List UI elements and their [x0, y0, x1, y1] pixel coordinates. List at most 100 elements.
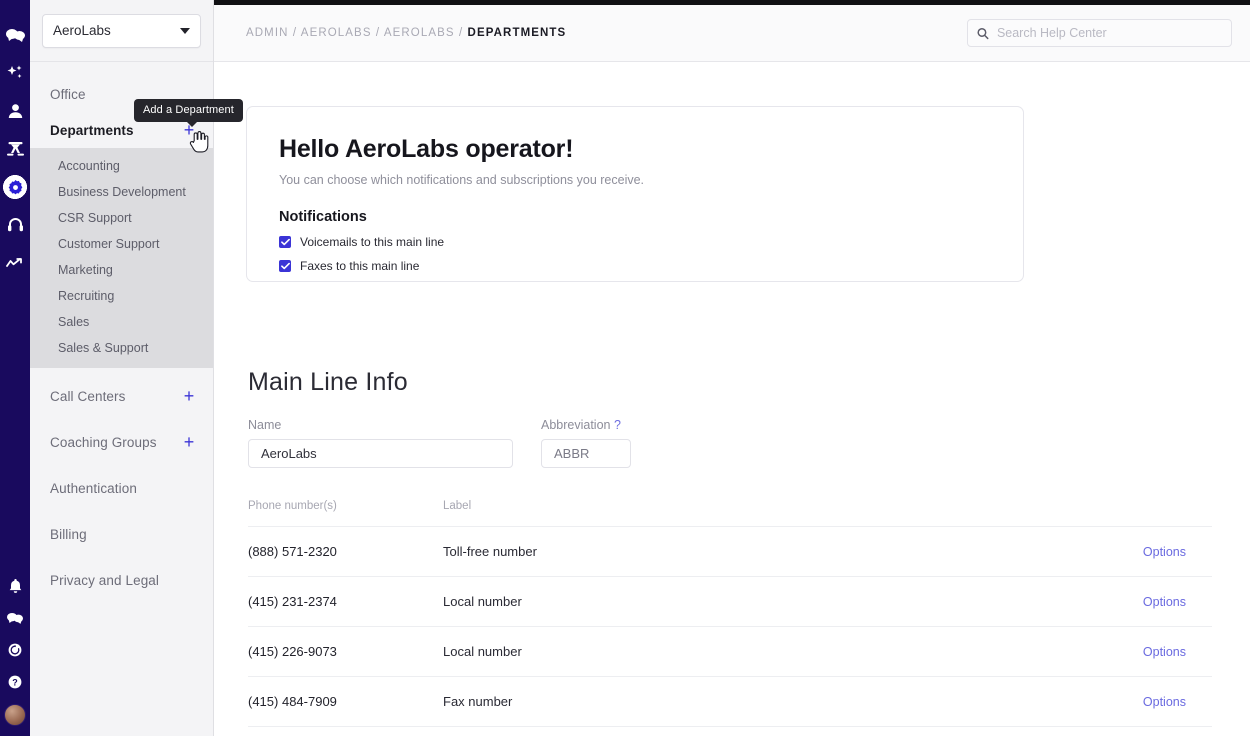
column-header-phone-number: Phone number(s) — [248, 500, 337, 512]
phone-label-cell: Fax number — [443, 694, 513, 709]
phone-number-cell: (415) 484-7909 — [248, 694, 337, 709]
checkbox-checked-icon[interactable] — [279, 236, 291, 248]
department-item-customer-support[interactable]: Customer Support — [30, 231, 213, 257]
notification-option-faxes[interactable]: Faxes to this main line — [279, 259, 993, 273]
phone-label-cell: Local number — [443, 594, 522, 609]
add-department-tooltip: Add a Department — [134, 99, 243, 127]
chat-messages-icon[interactable] — [0, 602, 30, 634]
table-footer-divider — [248, 726, 1212, 727]
phone-number-cell: (415) 231-2374 — [248, 594, 337, 609]
sidebar-header: AeroLabs — [30, 0, 213, 62]
phone-label-cell: Toll-free number — [443, 544, 537, 559]
department-item-marketing[interactable]: Marketing — [30, 257, 213, 283]
sidebar-item-label: Privacy and Legal — [50, 572, 160, 588]
person-icon[interactable] — [0, 92, 30, 130]
help-question-icon[interactable]: ? — [0, 666, 30, 698]
headset-support-icon[interactable] — [0, 206, 30, 244]
help-question-icon[interactable]: ? — [614, 418, 621, 432]
page-header: ADMIN / AEROLABS / AEROLABS / DEPARTMENT… — [214, 5, 1250, 62]
add-call-center-button[interactable]: + — [181, 387, 197, 405]
org-selector[interactable]: AeroLabs — [42, 13, 201, 48]
checkbox-label: Faxes to this main line — [300, 259, 420, 273]
abbreviation-field-label: Abbreviation ? — [541, 418, 631, 432]
main-line-fields: Name AeroLabs Abbreviation ? ABBR — [248, 418, 631, 468]
table-row: (415) 231-2374 Local number Options — [248, 576, 1212, 626]
refresh-updates-icon[interactable] — [0, 634, 30, 666]
logo-chat-icon[interactable] — [0, 16, 30, 54]
mouse-cursor-pointer — [189, 131, 209, 153]
name-field-group: Name AeroLabs — [248, 418, 513, 468]
org-selector-value: AeroLabs — [53, 23, 111, 38]
notifications-card: Hello AeroLabs operator! You can choose … — [246, 106, 1024, 282]
phone-label-cell: Local number — [443, 644, 522, 659]
departments-submenu: Accounting Business Development CSR Supp… — [30, 148, 213, 368]
table-row: (888) 571-2320 Toll-free number Options — [248, 526, 1212, 576]
table-header-row: Phone number(s) Label — [248, 500, 1212, 526]
gear-settings-icon[interactable] — [0, 168, 30, 206]
notifications-heading: Notifications — [279, 209, 367, 225]
table-row: (415) 484-7909 Fax number Options — [248, 676, 1212, 726]
breadcrumb-prefix[interactable]: ADMIN / AEROLABS / AEROLABS / — [246, 27, 468, 39]
sidebar-item-privacy-and-legal[interactable]: Privacy and Legal — [30, 562, 213, 598]
sidebar-item-label: Coaching Groups — [50, 434, 157, 450]
sparkles-ai-icon[interactable] — [0, 54, 30, 92]
checkbox-checked-icon[interactable] — [279, 260, 291, 272]
column-header-label: Label — [443, 500, 472, 512]
sidebar-item-coaching-groups[interactable]: Coaching Groups + — [30, 424, 213, 460]
column-header-actions — [933, 500, 1212, 512]
options-link[interactable]: Options — [933, 545, 1212, 559]
sidebar-item-billing[interactable]: Billing — [30, 516, 213, 552]
icon-rail-bottom-group: ? — [0, 570, 30, 730]
abbreviation-field-group: Abbreviation ? ABBR — [541, 418, 631, 468]
department-item-business-development[interactable]: Business Development — [30, 179, 213, 205]
abbreviation-label-text: Abbreviation — [541, 418, 611, 432]
sidebar-item-label: Call Centers — [50, 388, 126, 404]
bell-notifications-icon[interactable] — [0, 570, 30, 602]
abbreviation-input[interactable]: ABBR — [541, 439, 631, 468]
phone-numbers-table: Phone number(s) Label (888) 571-2320 Tol… — [248, 500, 1212, 727]
sidebar-item-label: Office — [50, 86, 86, 102]
main-content: Hello AeroLabs operator! You can choose … — [214, 62, 1250, 736]
add-coaching-group-button[interactable]: + — [181, 433, 197, 451]
sidebar-item-label: Billing — [50, 526, 87, 542]
department-item-sales-support[interactable]: Sales & Support — [30, 335, 213, 361]
app-root: ? AeroLabs Office Departments + Accounti… — [0, 0, 1250, 736]
options-link[interactable]: Options — [933, 695, 1212, 709]
name-input[interactable]: AeroLabs — [248, 439, 513, 468]
phone-number-cell: (888) 571-2320 — [248, 544, 337, 559]
department-item-csr-support[interactable]: CSR Support — [30, 205, 213, 231]
sidebar-item-label: Departments — [50, 122, 134, 138]
checkbox-label: Voicemails to this main line — [300, 235, 445, 249]
name-input-value: AeroLabs — [261, 446, 317, 461]
main-line-info-title: Main Line Info — [248, 368, 408, 396]
name-field-label: Name — [248, 418, 282, 432]
options-link[interactable]: Options — [933, 645, 1212, 659]
page-title: Hello AeroLabs operator! — [279, 135, 574, 163]
user-avatar[interactable] — [4, 704, 26, 726]
department-item-sales[interactable]: Sales — [30, 309, 213, 335]
icon-rail: ? — [0, 0, 30, 736]
search-icon — [977, 27, 989, 39]
analytics-trend-icon[interactable] — [0, 244, 30, 282]
icon-rail-top-group — [0, 16, 30, 282]
sidebar-item-label: Authentication — [50, 480, 137, 496]
phone-number-cell: (415) 226-9073 — [248, 644, 337, 659]
breadcrumb: ADMIN / AEROLABS / AEROLABS / DEPARTMENT… — [246, 27, 566, 39]
department-item-recruiting[interactable]: Recruiting — [30, 283, 213, 309]
breadcrumb-current: DEPARTMENTS — [467, 27, 567, 39]
table-row: (415) 226-9073 Local number Options — [248, 626, 1212, 676]
help-center-search[interactable] — [967, 19, 1232, 47]
sidebar-item-authentication[interactable]: Authentication — [30, 470, 213, 506]
department-item-accounting[interactable]: Accounting — [30, 153, 213, 179]
team-group-icon[interactable] — [0, 130, 30, 168]
search-input[interactable] — [996, 26, 1222, 40]
notification-option-voicemails[interactable]: Voicemails to this main line — [279, 235, 993, 249]
sidebar-item-call-centers[interactable]: Call Centers + — [30, 378, 213, 414]
options-link[interactable]: Options — [933, 595, 1212, 609]
svg-text:?: ? — [12, 677, 18, 687]
page-subtitle: You can choose which notifications and s… — [279, 173, 645, 187]
